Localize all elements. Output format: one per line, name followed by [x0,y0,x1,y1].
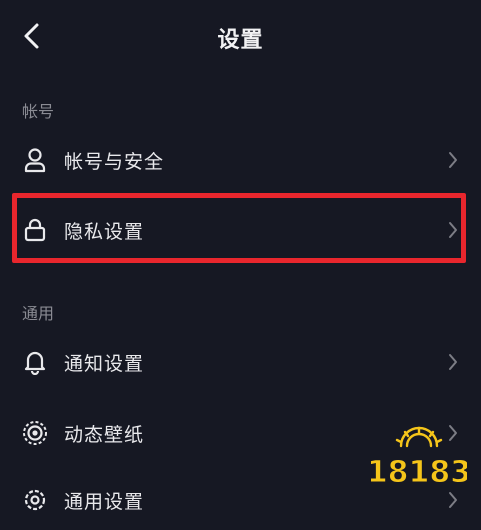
row-label: 帐号与安全 [64,150,165,173]
row-live-wallpaper[interactable]: 动态壁纸 [0,403,481,463]
chevron-right-icon [447,150,459,170]
row-account-security[interactable]: 帐号与安全 [0,130,481,190]
chevron-right-icon [447,220,459,240]
lock-icon [22,217,48,243]
bell-icon [22,349,48,375]
target-icon [22,420,48,446]
row-privacy-settings[interactable]: 隐私设置 [0,200,481,260]
section-label-account: 帐号 [22,102,55,121]
chevron-right-icon [447,490,459,510]
row-notification-settings[interactable]: 通知设置 [0,332,481,392]
row-label: 通用设置 [64,490,145,513]
row-label: 动态壁纸 [64,423,145,446]
row-label: 通知设置 [64,352,145,375]
gear-icon [22,487,48,513]
section-label-general: 通用 [22,304,55,323]
top-bar: 设置 [0,0,481,76]
row-general-settings[interactable]: 通用设置 [0,470,481,530]
person-icon [22,147,48,173]
page-title: 设置 [217,28,264,53]
chevron-right-icon [447,352,459,372]
chevron-right-icon [447,423,459,443]
row-label: 隐私设置 [64,220,145,243]
